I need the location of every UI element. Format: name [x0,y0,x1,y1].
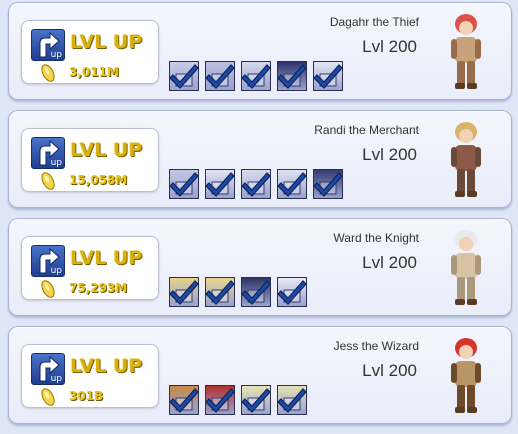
character-row: up LVL UP 3,011M Dagahr the Thief Lvl 20… [8,2,512,100]
knight-skill-3-icon[interactable] [241,277,271,307]
level-up-button[interactable]: up LVL UP 301B [21,344,159,408]
merchant-skill-3-icon[interactable] [241,169,271,199]
level-up-cost: 75,293M [69,281,128,295]
level-up-label: LVL UP [70,247,143,269]
gold-coin-icon [40,62,56,89]
wizard-skill-1-icon[interactable] [169,385,199,415]
character-list: up LVL UP 3,011M Dagahr the Thief Lvl 20… [0,0,518,434]
level-up-button[interactable]: up LVL UP 15,058M [21,128,159,192]
level-up-cost: 301B [69,389,104,403]
level-up-label: LVL UP [70,355,143,377]
level-up-button[interactable]: up LVL UP 3,011M [21,20,159,84]
character-name: Ward the Knight [333,231,419,245]
character-name: Jess the Wizard [333,339,419,353]
level-up-arrow-icon: up [31,245,65,277]
thief-skill-2-icon[interactable] [205,61,235,91]
character-sprite [443,227,489,311]
gold-coin-icon [40,386,56,413]
up-label: up [50,158,62,168]
level-up-button[interactable]: up LVL UP 75,293M [21,236,159,300]
character-row: up LVL UP 15,058M Randi the Merchant Lvl… [8,110,512,208]
level-up-label: LVL UP [70,31,143,53]
character-name: Randi the Merchant [314,123,419,137]
level-up-cost: 3,011M [69,65,119,79]
level-up-cost: 15,058M [69,173,128,187]
wizard-skill-4-icon[interactable] [277,385,307,415]
character-sprite [443,335,489,419]
character-level: Lvl 200 [362,361,417,380]
level-up-arrow-icon: up [31,29,65,61]
level-up-label: LVL UP [70,139,143,161]
thief-skill-4-icon[interactable] [277,61,307,91]
character-level: Lvl 200 [362,253,417,272]
up-label: up [50,50,62,60]
character-level: Lvl 200 [362,145,417,164]
gold-coin-icon [40,170,56,197]
thief-skill-1-icon[interactable] [169,61,199,91]
character-row: up LVL UP 301B Jess the Wizard Lvl 200 [8,326,512,424]
character-row: up LVL UP 75,293M Ward the Knight Lvl 20… [8,218,512,316]
merchant-skill-4-icon[interactable] [277,169,307,199]
character-name: Dagahr the Thief [329,15,419,29]
knight-skill-4-icon[interactable] [277,277,307,307]
gold-coin-icon [40,278,56,305]
thief-skill-5-icon[interactable] [313,61,343,91]
level-up-arrow-icon: up [31,353,65,385]
merchant-skill-1-icon[interactable] [169,169,199,199]
level-up-arrow-icon: up [31,137,65,169]
character-level: Lvl 200 [362,37,417,56]
wizard-skill-3-icon[interactable] [241,385,271,415]
knight-skill-1-icon[interactable] [169,277,199,307]
merchant-skill-5-icon[interactable] [313,169,343,199]
merchant-skill-2-icon[interactable] [205,169,235,199]
up-label: up [50,374,62,384]
character-sprite [443,119,489,203]
character-sprite [443,11,489,95]
thief-skill-3-icon[interactable] [241,61,271,91]
wizard-skill-2-icon[interactable] [205,385,235,415]
knight-skill-2-icon[interactable] [205,277,235,307]
up-label: up [50,266,62,276]
